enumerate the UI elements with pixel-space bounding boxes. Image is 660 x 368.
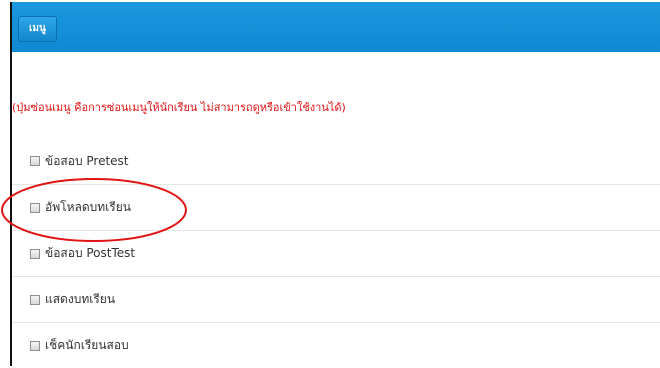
checkbox[interactable] bbox=[30, 340, 40, 351]
menu-panel: เมนู (ปุ่มซ่อนเมนู คือการซ่อนเมนูให้นักเ… bbox=[10, 2, 660, 368]
menu-item-label: ข้อสอบ PostTest bbox=[45, 246, 136, 260]
menu-item-posttest[interactable]: ข้อสอบ PostTest bbox=[12, 230, 660, 276]
menu-item-list: ข้อสอบ Pretest อัพโหลดบทเรียน ข้อสอบ Pos… bbox=[12, 138, 660, 368]
hide-menu-note: (ปุ่มซ่อนเมนู คือการซ่อนเมนูให้นักเรียน … bbox=[12, 101, 346, 114]
menu-item-label: อัพโหลดบทเรียน bbox=[45, 200, 131, 214]
menu-item-label: แสดงบทเรียน bbox=[45, 292, 116, 306]
top-bar: เมนู bbox=[12, 2, 660, 52]
checkbox[interactable] bbox=[30, 202, 40, 213]
menu-item-label: เช็คนักเรียนสอบ bbox=[45, 338, 129, 352]
menu-item-upload-lesson[interactable]: อัพโหลดบทเรียน bbox=[12, 184, 660, 230]
menu-item-check-students[interactable]: เช็คนักเรียนสอบ bbox=[12, 322, 660, 368]
checkbox[interactable] bbox=[30, 248, 40, 259]
menu-item-pretest[interactable]: ข้อสอบ Pretest bbox=[12, 138, 660, 184]
checkbox[interactable] bbox=[30, 156, 40, 166]
menu-button[interactable]: เมนู bbox=[18, 16, 57, 42]
checkbox[interactable] bbox=[30, 294, 40, 305]
menu-item-label: ข้อสอบ Pretest bbox=[45, 153, 129, 168]
menu-item-show-lesson[interactable]: แสดงบทเรียน bbox=[12, 276, 660, 322]
